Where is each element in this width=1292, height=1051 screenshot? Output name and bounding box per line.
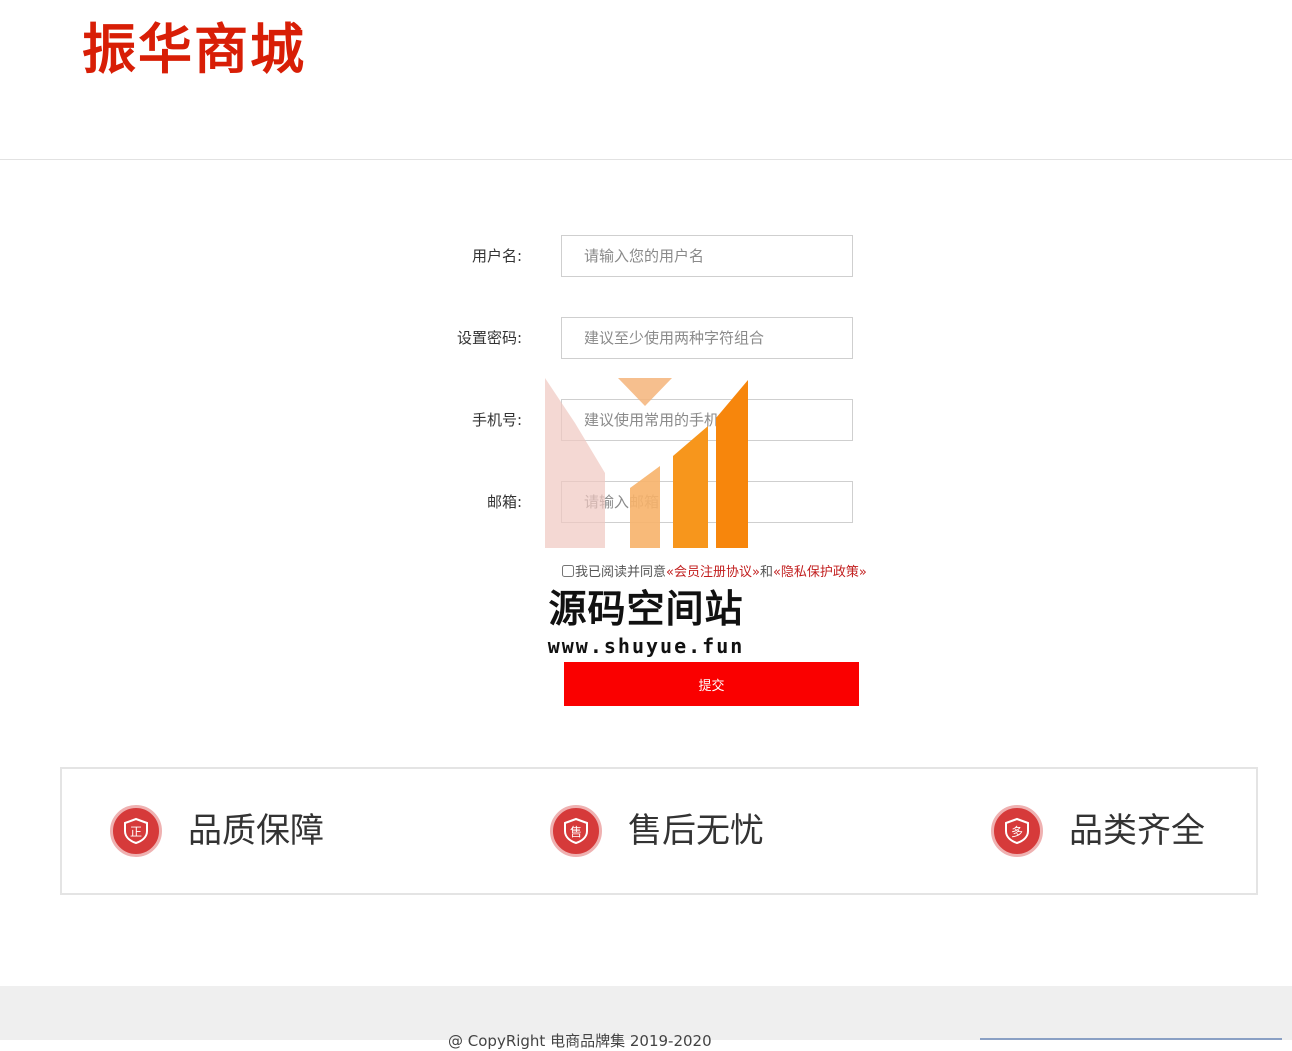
email-row: 邮箱:: [420, 481, 860, 523]
agreement-checkbox[interactable]: [562, 565, 574, 577]
password-row: 设置密码:: [420, 317, 860, 359]
password-input[interactable]: [561, 317, 853, 359]
site-logo[interactable]: 振华商城: [82, 14, 306, 84]
agreement-and: 和: [759, 565, 773, 580]
phone-label: 手机号:: [471, 411, 522, 429]
phone-row: 手机号:: [420, 399, 860, 441]
watermark-title: 源码空间站: [548, 587, 744, 631]
phone-input[interactable]: [561, 399, 853, 441]
svg-text:售: 售: [570, 824, 582, 839]
username-row: 用户名:: [420, 235, 860, 277]
agreement-row: 我已阅读并同意«会员注册协议»和«隐私保护政策»: [562, 563, 867, 583]
shield-duo-icon: 多: [991, 805, 1043, 857]
username-label: 用户名:: [471, 247, 522, 265]
feature-label-variety: 品类齐全: [1069, 811, 1205, 851]
features-strip: 正 品质保障 售 售后无忧 多 品类齐全: [60, 767, 1258, 895]
privacy-link[interactable]: «隐私保护政策»: [773, 565, 867, 580]
submit-button[interactable]: 提交: [564, 662, 859, 706]
password-label: 设置密码:: [456, 329, 522, 347]
svg-text:正: 正: [130, 825, 142, 839]
feature-label-aftersales: 售后无忧: [628, 811, 764, 851]
footer-copyright: @ CopyRight 电商品牌集 2019-2020: [448, 1032, 712, 1050]
feature-label-quality: 品质保障: [188, 811, 324, 851]
username-input[interactable]: [561, 235, 853, 277]
site-footer: @ CopyRight 电商品牌集 2019-2020: [0, 986, 1292, 1050]
shield-shou-icon: 售: [550, 805, 602, 857]
email-input[interactable]: [561, 481, 853, 523]
shield-zheng-icon: 正: [110, 805, 162, 857]
agreement-prefix: 我已阅读并同意: [575, 565, 667, 580]
terms-link[interactable]: «会员注册协议»: [666, 565, 760, 580]
site-header: 振华商城: [0, 0, 1292, 160]
email-label: 邮箱:: [486, 493, 522, 511]
watermark-url: www.shuyue.fun: [547, 634, 745, 658]
svg-text:多: 多: [1011, 825, 1023, 839]
